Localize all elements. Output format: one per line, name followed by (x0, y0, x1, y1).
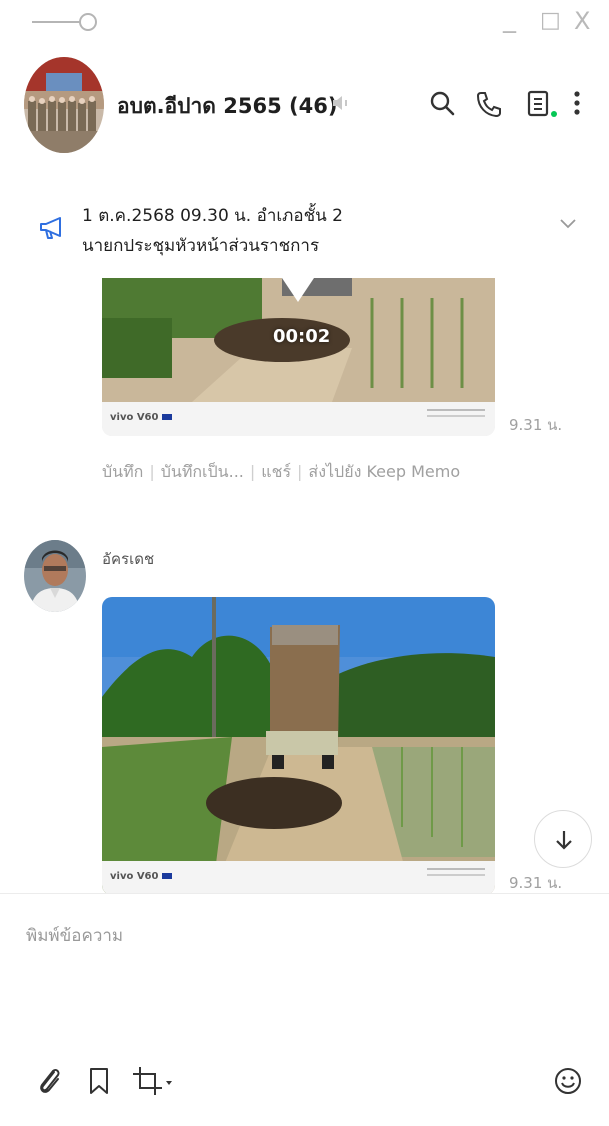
sender-name: อัครเดช (102, 550, 155, 568)
title-bar: _ □ X (0, 0, 609, 44)
message-time: 9.31 น. (509, 416, 563, 434)
message-time: 9.31 น. (509, 874, 563, 892)
megaphone-icon (38, 214, 66, 242)
separator: | (249, 462, 256, 481)
chat-header: อบต.อีปาด 2565 (46) (0, 55, 609, 155)
screenshot-crop-icon[interactable] (130, 1064, 174, 1098)
phone-icon[interactable] (474, 88, 502, 118)
video-message[interactable]: 00:02 vivo V60 (102, 278, 495, 436)
sender-avatar[interactable] (24, 540, 86, 612)
bookmark-icon[interactable] (84, 1064, 114, 1098)
photo-watermark: vivo V60 (102, 861, 495, 893)
announcement-banner[interactable]: 1 ต.ค.2568 09.30 น. อำเภอชั้น 2 นายกประช… (0, 192, 609, 278)
emoji-icon[interactable] (553, 1064, 583, 1098)
more-options-icon[interactable] (568, 88, 586, 118)
separator: | (149, 462, 155, 481)
close-button[interactable]: X (574, 7, 590, 35)
group-name: อบต.อีปาด 2565 (46) (117, 94, 338, 118)
image-message[interactable]: vivo V60 (102, 597, 495, 893)
notes-icon[interactable] (524, 88, 552, 118)
scroll-to-bottom-button[interactable] (534, 810, 592, 868)
announcement-line-1: 1 ต.ค.2568 09.30 น. อำเภอชั้น 2 (82, 206, 343, 226)
composer-divider (0, 893, 609, 894)
video-duration: 00:02 (273, 326, 331, 347)
watermark-brand: vivo V60 (110, 871, 173, 882)
separator: | (297, 462, 303, 481)
arrow-down-icon (556, 831, 572, 850)
photo-watermark: vivo V60 (102, 402, 495, 436)
mute-icon (330, 91, 354, 115)
group-avatar[interactable] (24, 57, 104, 153)
watermark-meta (427, 409, 485, 411)
message-input[interactable] (26, 922, 586, 1022)
chevron-down-icon[interactable] (558, 216, 578, 230)
maximize-button[interactable]: □ (540, 8, 561, 33)
watermark-meta (427, 868, 485, 870)
watermark-brand: vivo V60 (110, 412, 173, 423)
keep-memo-link[interactable]: ส่งไปยัง Keep Memo (308, 462, 460, 481)
save-as-link[interactable]: บันทึกเป็น... (161, 462, 244, 481)
chat-messages[interactable]: 00:02 vivo V60 9.31 น. บันทึก | บันทึกเป็น… (0, 278, 609, 893)
save-link[interactable]: บันทึก (102, 462, 143, 481)
share-link[interactable]: แชร์ (261, 462, 291, 481)
minimize-button[interactable]: _ (503, 4, 516, 34)
new-notes-indicator (551, 111, 557, 117)
attach-file-icon[interactable] (34, 1064, 64, 1098)
pin-window-icon[interactable] (32, 10, 102, 34)
announcement-line-2: นายกประชุมหัวหน้าส่วนราชการ (82, 236, 320, 256)
media-actions: บันทึก | บันทึกเป็น... | แชร์ | ส่งไปยัง Keep … (102, 460, 460, 485)
search-icon[interactable] (428, 88, 456, 118)
